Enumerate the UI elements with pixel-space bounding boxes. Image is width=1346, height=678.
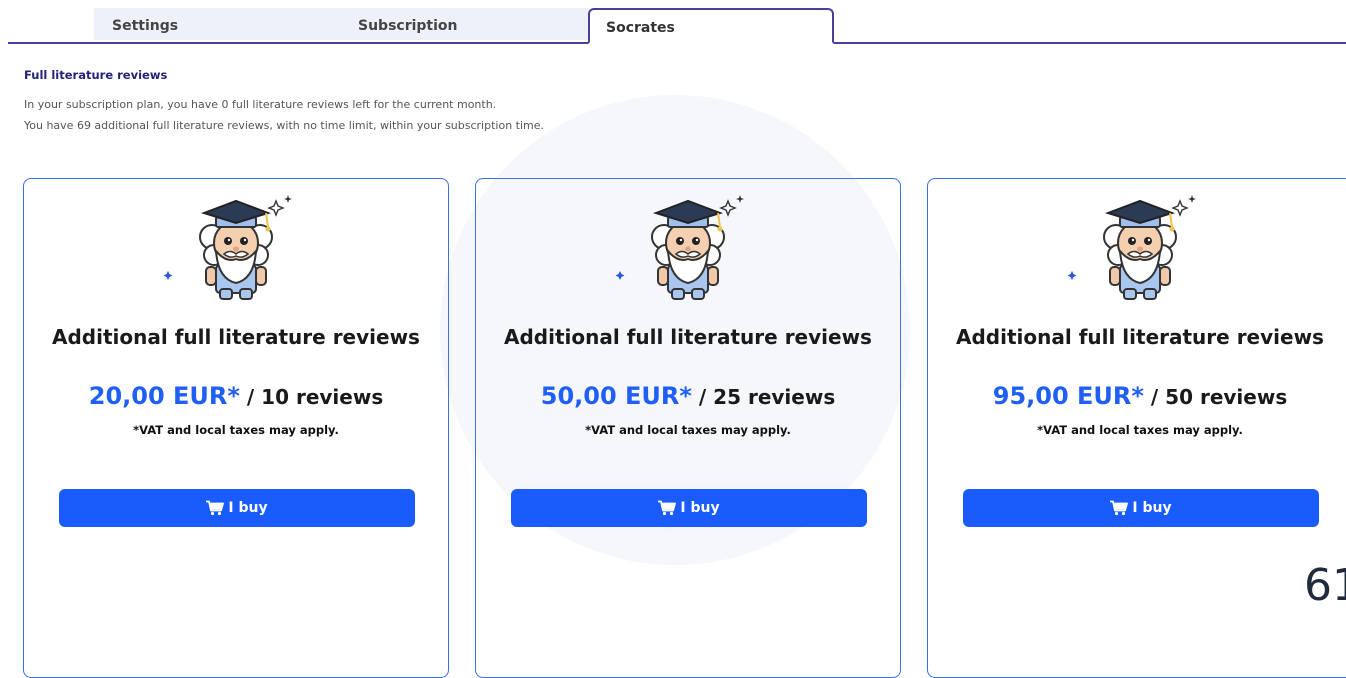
page-number: 61 — [1304, 560, 1346, 611]
buy-button-label: I buy — [680, 500, 720, 516]
tab-socrates[interactable]: Socrates — [588, 8, 834, 44]
price: 95,00 EUR* — [992, 382, 1144, 410]
price-unit: / 25 reviews — [691, 385, 836, 409]
buy-button[interactable]: I buy — [963, 489, 1319, 527]
tab-bar: Settings Subscription Socrates — [0, 0, 1346, 44]
price: 50,00 EUR* — [540, 382, 692, 410]
card-title: Additional full literature reviews — [956, 325, 1324, 349]
price-line: 50,00 EUR* / 25 reviews — [476, 382, 900, 410]
cart-icon — [1110, 500, 1128, 516]
cart-icon — [206, 500, 224, 516]
socrates-mascot-icon — [1060, 193, 1220, 305]
price-line: 95,00 EUR* / 50 reviews — [928, 382, 1346, 410]
offer-card-2: Additional full literature reviews 50,00… — [475, 178, 901, 678]
buy-button-label: I buy — [1132, 500, 1172, 516]
cart-icon — [658, 500, 676, 516]
vat-note: *VAT and local taxes may apply. — [1037, 423, 1243, 437]
price: 20,00 EUR* — [88, 382, 240, 410]
card-title: Additional full literature reviews — [504, 325, 872, 349]
offer-card-3: Additional full literature reviews 95,00… — [927, 178, 1346, 678]
tab-subscription[interactable]: Subscription — [340, 8, 588, 40]
info-line-additional: You have 69 additional full literature r… — [24, 119, 545, 132]
card-title: Additional full literature reviews — [52, 325, 420, 349]
price-line: 20,00 EUR* / 10 reviews — [24, 382, 448, 410]
vat-note: *VAT and local taxes may apply. — [585, 423, 791, 437]
vat-note: *VAT and local taxes may apply. — [133, 423, 339, 437]
socrates-mascot-icon — [156, 193, 316, 305]
socrates-mascot-icon — [608, 193, 768, 305]
buy-button[interactable]: I buy — [59, 489, 415, 527]
tab-settings[interactable]: Settings — [94, 8, 340, 40]
buy-button[interactable]: I buy — [511, 489, 867, 527]
price-unit: / 10 reviews — [239, 385, 384, 409]
offer-card-1: Additional full literature reviews 20,00… — [23, 178, 449, 678]
buy-button-label: I buy — [228, 500, 268, 516]
price-unit: / 50 reviews — [1143, 385, 1288, 409]
section-title: Full literature reviews — [24, 68, 168, 82]
info-line-monthly: In your subscription plan, you have 0 fu… — [24, 98, 497, 111]
